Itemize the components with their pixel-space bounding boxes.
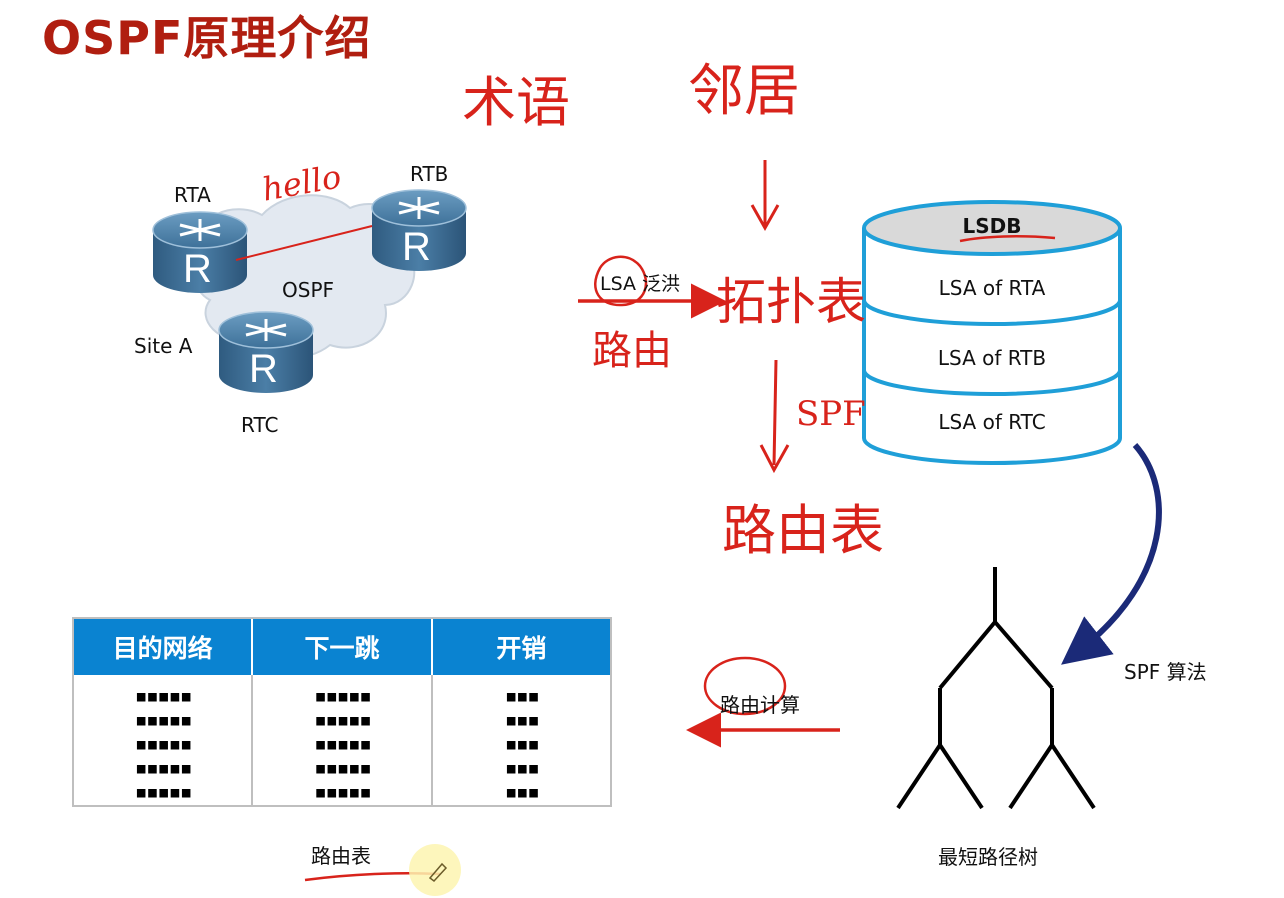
table-cell: ▪▪▪▪▪ <box>134 684 193 709</box>
route-calc-label: 路由计算 <box>720 693 800 717</box>
lsdb-row-rtc: LSA of RTC <box>938 410 1046 434</box>
header-next-hop: 下一跳 <box>253 619 433 675</box>
table-cell: ▪▪▪ <box>504 708 540 733</box>
routing-table-caption: 路由表 <box>311 844 371 868</box>
tree-label: 最短路径树 <box>938 845 1038 869</box>
annotation-topo-table: 拓扑表 <box>716 273 866 331</box>
column-next-hop: ▪▪▪▪▪ ▪▪▪▪▪ ▪▪▪▪▪ ▪▪▪▪▪ ▪▪▪▪▪ <box>253 675 433 805</box>
routing-table-body: ▪▪▪▪▪ ▪▪▪▪▪ ▪▪▪▪▪ ▪▪▪▪▪ ▪▪▪▪▪ ▪▪▪▪▪ ▪▪▪▪… <box>74 675 610 805</box>
hand-arrow-down-2 <box>759 359 790 474</box>
shortest-path-tree <box>896 567 1096 810</box>
annotation-route: 路由 <box>592 328 672 374</box>
header-destination: 目的网络 <box>74 619 254 675</box>
routing-table-header: 目的网络 下一跳 开销 <box>74 619 610 675</box>
header-cost: 开销 <box>496 634 547 663</box>
lsdb-row-rta: LSA of RTA <box>938 276 1046 300</box>
cursor-highlight <box>409 844 461 896</box>
table-cell: ▪▪▪ <box>504 756 540 781</box>
router-label-rtb: RTB <box>410 162 449 186</box>
lsdb-title: LSDB <box>962 214 1022 238</box>
router-glyph-rta: R <box>183 247 212 291</box>
table-cell: ▪▪▪▪▪ <box>313 756 372 781</box>
table-cell: ▪▪▪▪▪ <box>313 684 372 709</box>
hand-arrow-down-1 <box>750 160 780 232</box>
table-cell: ▪▪▪▪▪ <box>134 708 193 733</box>
table-cell: ▪▪▪▪▪ <box>134 780 193 805</box>
site-label: Site A <box>134 334 193 358</box>
table-cell: ▪▪▪ <box>504 684 540 709</box>
router-glyph-rtb: R <box>402 225 431 269</box>
table-cell: ▪▪▪ <box>504 732 540 757</box>
routing-table: 目的网络 下一跳 开销 ▪▪▪▪▪ ▪▪▪▪▪ ▪▪▪▪▪ ▪▪▪▪▪ ▪▪▪▪… <box>72 617 612 807</box>
lsa-flood-label: LSA 泛洪 <box>600 273 681 295</box>
spf-arrow <box>1061 443 1162 665</box>
annotation-terms: 术语 <box>462 71 570 134</box>
lsdb-row-rtb: LSA of RTB <box>937 346 1047 370</box>
annotation-route-table: 路由表 <box>722 499 884 562</box>
table-cell: ▪▪▪▪▪ <box>313 708 372 733</box>
spf-algorithm-label: SPF 算法 <box>1124 660 1207 684</box>
cloud-label: OSPF <box>282 278 335 302</box>
annotation-spf: SPF <box>796 394 866 434</box>
column-destination: ▪▪▪▪▪ ▪▪▪▪▪ ▪▪▪▪▪ ▪▪▪▪▪ ▪▪▪▪▪ <box>74 675 254 805</box>
table-cell: ▪▪▪▪▪ <box>313 732 372 757</box>
router-glyph-rtc: R <box>249 347 278 391</box>
table-cell: ▪▪▪▪▪ <box>134 732 193 757</box>
annotation-neighbor: 邻居 <box>688 59 800 124</box>
router-label-rtc: RTC <box>241 413 279 437</box>
column-cost: ▪▪▪ ▪▪▪ ▪▪▪ ▪▪▪ ▪▪▪ <box>433 675 610 805</box>
table-cell: ▪▪▪▪▪ <box>313 780 372 805</box>
table-cell: ▪▪▪ <box>504 780 540 805</box>
table-cell: ▪▪▪▪▪ <box>134 756 193 781</box>
router-label-rta: RTA <box>174 183 211 207</box>
